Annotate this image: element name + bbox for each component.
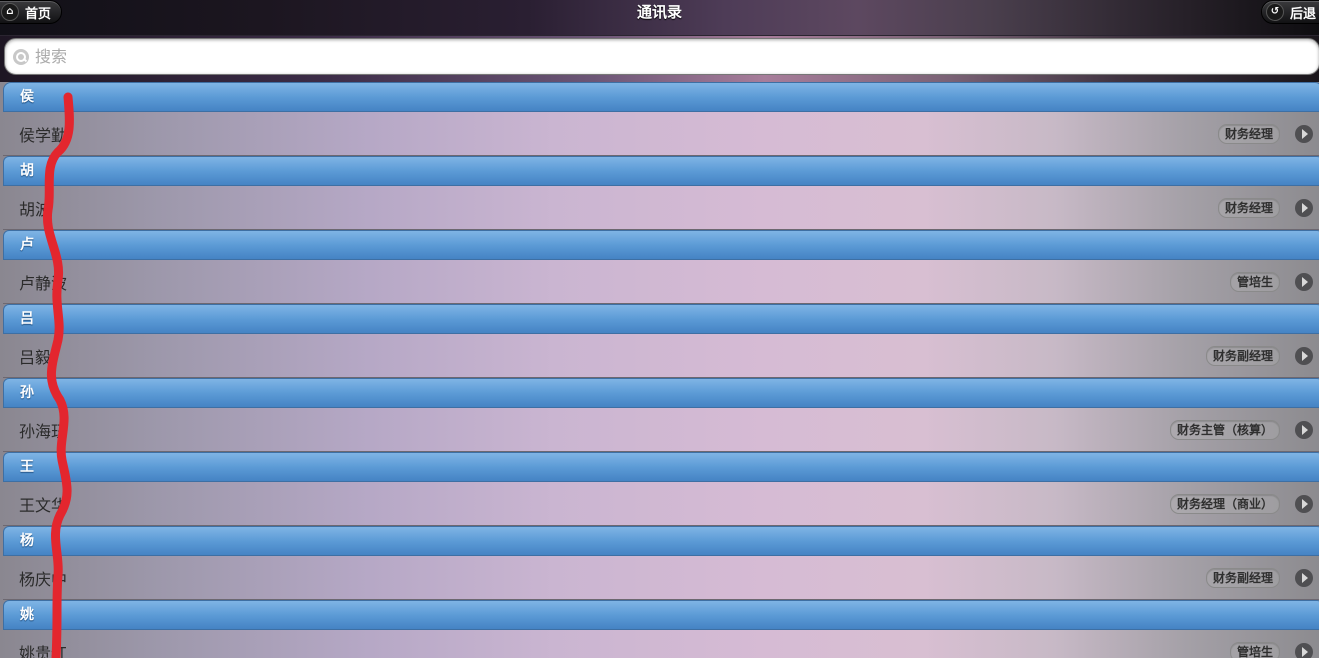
- list-divider: 侯: [3, 82, 1319, 112]
- contact-name: 卢静波: [19, 273, 68, 293]
- contact-name: 胡波: [19, 199, 52, 219]
- contact-name: 孙海珏: [19, 421, 68, 441]
- back-icon: ↺: [1265, 3, 1284, 21]
- arrow-right-icon: [1295, 569, 1313, 587]
- role-badge: 财务副经理: [1205, 568, 1280, 588]
- role-badge: 财务主管（核算）: [1169, 420, 1280, 440]
- list-item[interactable]: 吕毅 财务副经理: [3, 334, 1319, 378]
- back-button-label: 后退: [1289, 6, 1316, 22]
- role-badge: 管培生: [1229, 272, 1280, 292]
- header-bar: ⌂ 首页 通讯录 ↺ 后退: [0, 0, 1319, 36]
- arrow-right-icon: [1295, 643, 1313, 658]
- list-divider: 杨: [3, 526, 1319, 556]
- search-input[interactable]: [33, 40, 1237, 73]
- list-item[interactable]: 王文华 财务经理（商业）: [3, 482, 1319, 526]
- role-badge: 财务经理（商业）: [1169, 494, 1280, 514]
- arrow-right-icon: [1295, 421, 1313, 439]
- role-badge: 财务副经理: [1205, 346, 1280, 366]
- list-divider: 胡: [3, 156, 1319, 186]
- list-item[interactable]: 侯学勤 财务经理: [3, 112, 1319, 156]
- role-badge: 管培生: [1229, 642, 1280, 658]
- list-divider: 王: [3, 452, 1319, 482]
- search-bar: [0, 36, 1319, 82]
- contact-name: 吕毅: [19, 347, 52, 367]
- list-divider: 孙: [3, 378, 1319, 408]
- list-divider: 吕: [3, 304, 1319, 334]
- contact-name: 王文华: [19, 495, 68, 515]
- list-divider: 卢: [3, 230, 1319, 260]
- role-badge: 财务经理: [1217, 198, 1280, 218]
- back-button[interactable]: ↺ 后退: [1260, 0, 1319, 24]
- contact-name: 侯学勤: [19, 125, 68, 145]
- list-item[interactable]: 胡波 财务经理: [3, 186, 1319, 230]
- list-item[interactable]: 杨庆中 财务副经理: [3, 556, 1319, 600]
- arrow-right-icon: [1295, 347, 1313, 365]
- list-divider: 姚: [3, 600, 1319, 630]
- contact-list: 侯 侯学勤 财务经理 胡 胡波 财务经理 卢 卢静波 管培生 吕 吕毅 财务副经…: [3, 82, 1319, 658]
- list-item[interactable]: 孙海珏 财务主管（核算）: [3, 408, 1319, 452]
- contact-name: 杨庆中: [19, 569, 68, 589]
- search-icon: [13, 48, 29, 65]
- arrow-right-icon: [1295, 199, 1313, 217]
- search-box[interactable]: [4, 38, 1319, 75]
- page-title: 通讯录: [636, 3, 682, 21]
- arrow-right-icon: [1295, 273, 1313, 291]
- contact-name: 姚贵红: [19, 643, 68, 658]
- list-item[interactable]: 卢静波 管培生: [3, 260, 1319, 304]
- arrow-right-icon: [1295, 125, 1313, 143]
- app: ⌂ 首页 通讯录 ↺ 后退 侯 侯学勤 财务经理 胡 胡波 财务经理 卢: [0, 0, 1319, 658]
- role-badge: 财务经理: [1217, 124, 1280, 144]
- arrow-right-icon: [1295, 495, 1313, 513]
- list-item[interactable]: 姚贵红 管培生: [3, 630, 1319, 658]
